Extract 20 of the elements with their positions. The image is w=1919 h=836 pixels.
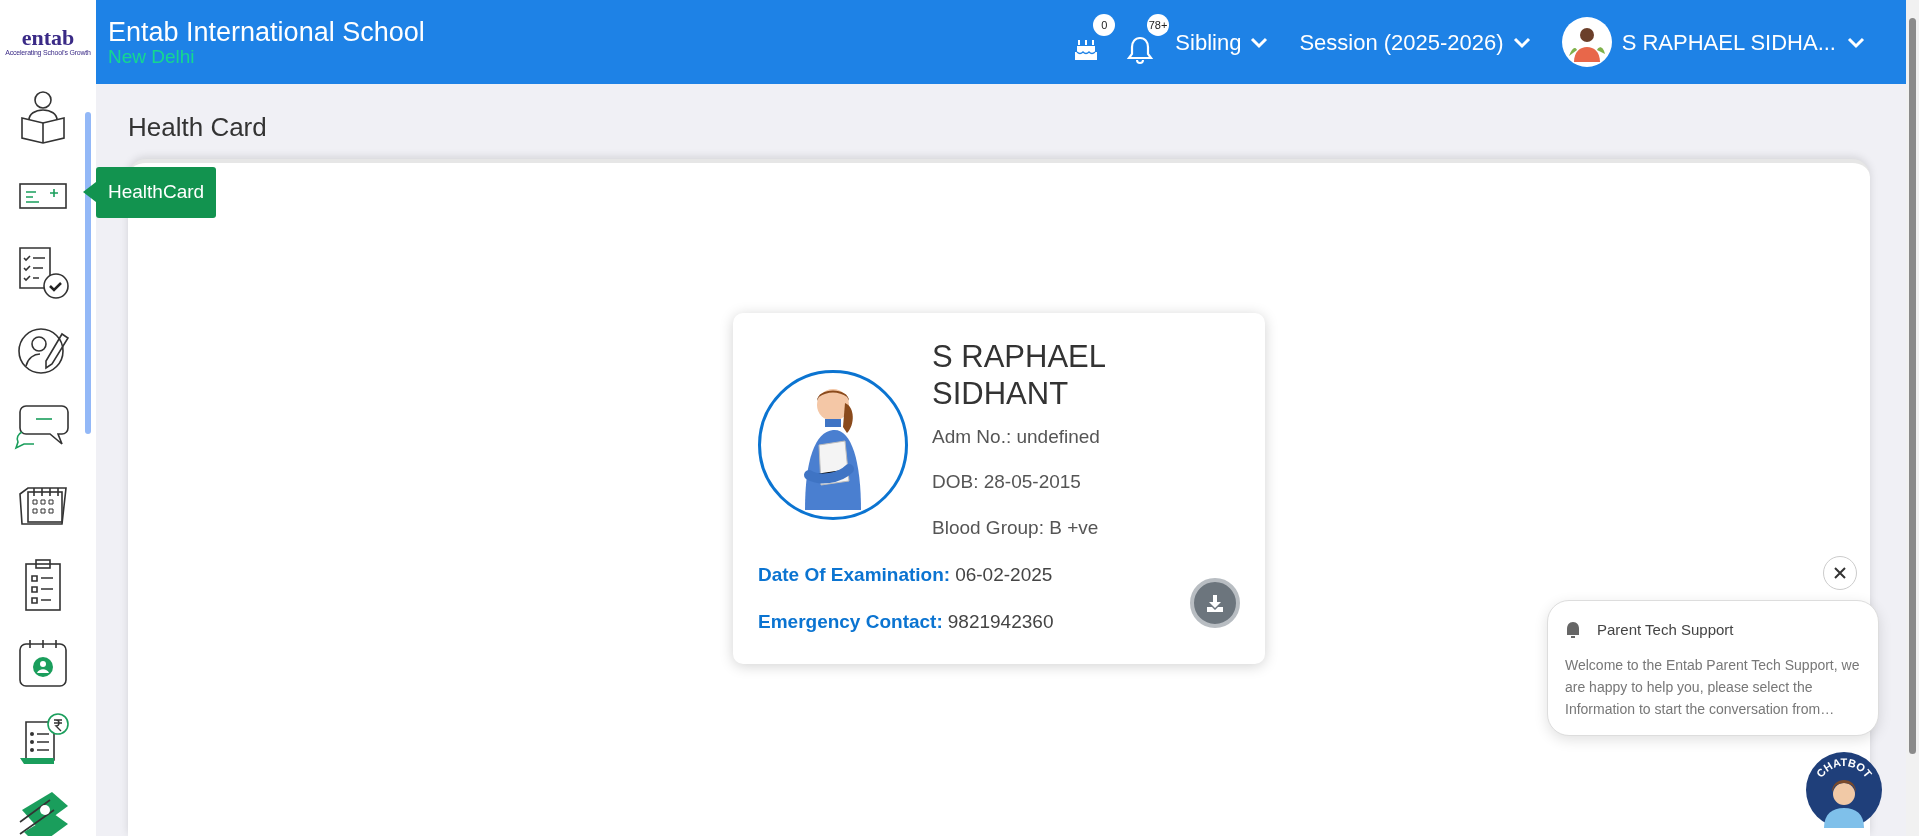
tooltip: HealthCard [96,167,217,218]
field-label: Emergency Contact: [758,609,943,634]
logo: entab [21,26,75,49]
school-name: Entab International School [108,18,425,47]
count-badge: 78+ [1146,14,1170,36]
student-name: S RAPHAEL SIDHANT [932,338,1106,413]
student-detail: Adm No.: undefined [932,424,1101,449]
chat-title: Parent Tech Support [1597,620,1734,640]
student-detail: DOB: 28-05-2015 [932,470,1082,495]
menu-dropdown[interactable]: S RAPHAEL SIDHA... [1561,17,1866,67]
page-title: Health Card [128,112,268,144]
student-detail: Blood Group: B +ve [932,515,1100,540]
field-label: Date Of Examination: [758,563,951,588]
field-value: 9821942360 [947,609,1054,634]
count-badge: 0 [1093,14,1116,36]
school-location: New Delhi [108,46,196,66]
menu-dropdown[interactable]: Session (2025-2026) [1299,25,1532,59]
field-value: 06-02-2025 [955,563,1053,588]
menu-dropdown[interactable]: Sibling [1175,25,1270,59]
chat-message: Welcome to the Entab Parent Tech Support, we are happy to help you, please select the Information to start the conversation from… [1565,655,1860,720]
